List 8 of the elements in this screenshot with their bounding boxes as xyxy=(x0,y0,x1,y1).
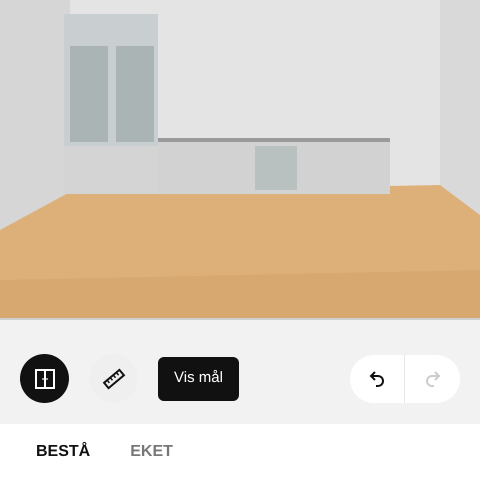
redo-icon xyxy=(424,370,442,388)
show-measurements-button[interactable]: Vis mål xyxy=(158,356,239,400)
tab[interactable]: EKET xyxy=(130,440,173,464)
doors-button[interactable] xyxy=(20,354,69,403)
ruler-icon xyxy=(102,366,126,390)
cabinet-doors-icon xyxy=(34,368,56,390)
tab[interactable]: BESTÅ xyxy=(36,440,90,464)
undo-icon xyxy=(368,370,386,388)
